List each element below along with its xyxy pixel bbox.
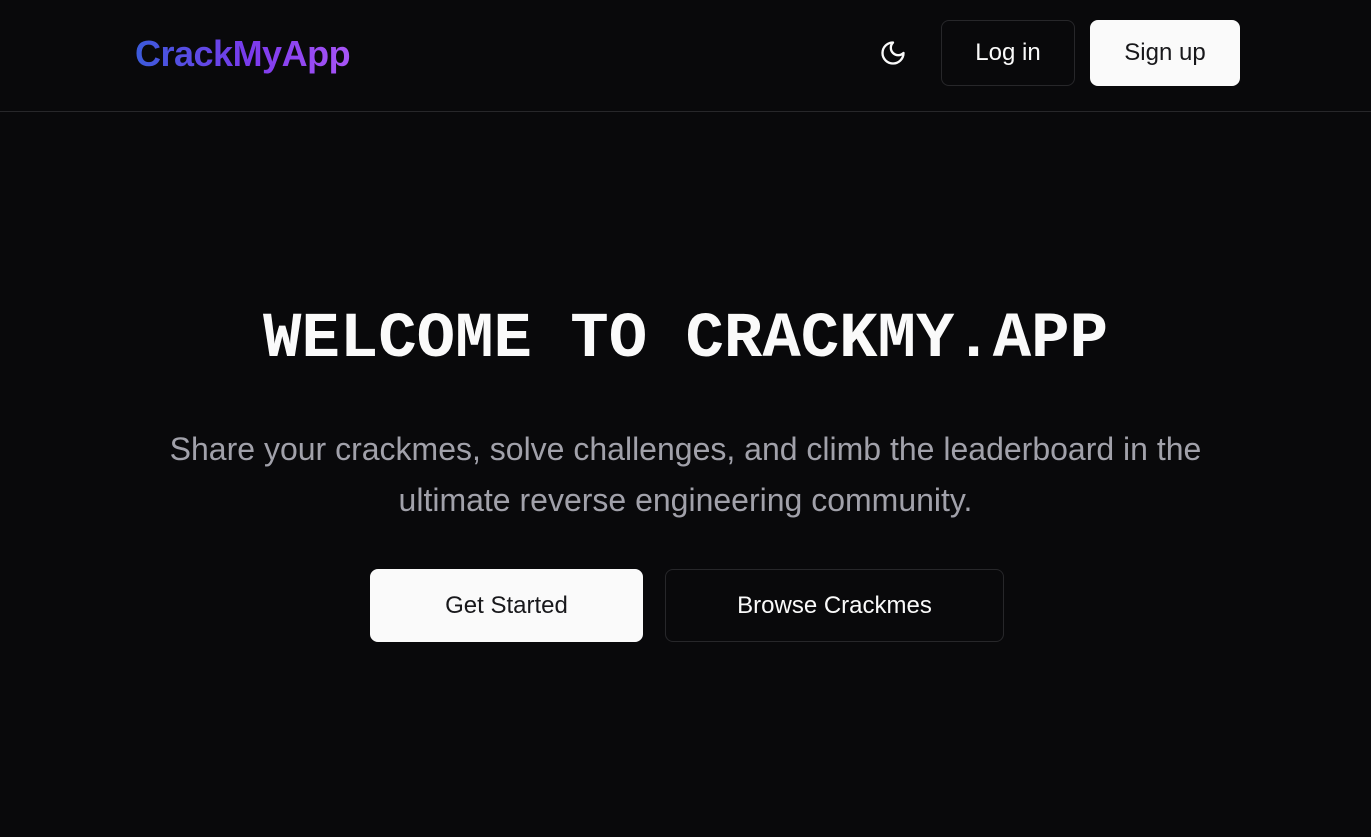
site-logo[interactable]: CrackMyApp [135, 32, 351, 76]
login-button[interactable]: Log in [941, 20, 1075, 86]
moon-icon [879, 39, 907, 70]
hero-title: WELCOME TO CRACKMY.APP [263, 304, 1108, 376]
theme-toggle-button[interactable] [873, 34, 913, 74]
hero-subtitle: Share your crackmes, solve challenges, a… [169, 431, 1202, 518]
signup-button[interactable]: Sign up [1090, 20, 1240, 86]
navbar: CrackMyApp Log in Sign up [0, 0, 1371, 112]
browse-crackmes-button[interactable]: Browse Crackmes [665, 569, 1004, 642]
get-started-button[interactable]: Get Started [370, 569, 643, 642]
